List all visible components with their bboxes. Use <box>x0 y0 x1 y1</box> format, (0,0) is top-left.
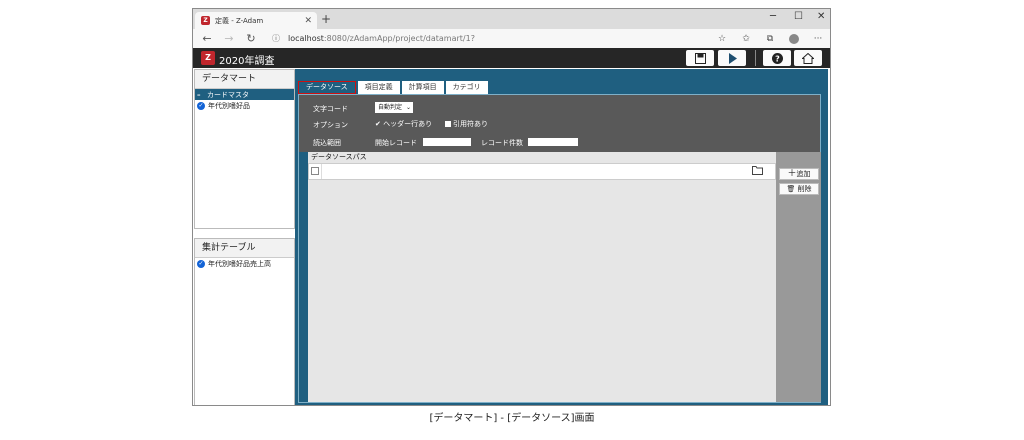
site-info-icon[interactable]: ⓘ <box>272 34 280 43</box>
url-path: :8080/zAdamApp/project/datamart/1? <box>323 34 475 43</box>
minus-icon: – <box>197 90 201 99</box>
app-header: Z 2020年調査 ? <box>193 48 830 68</box>
tab-category[interactable]: カテゴリ <box>445 81 488 94</box>
maximize-icon[interactable]: ☐ <box>794 11 803 22</box>
browser-window: Z 定義 - Z-Adam ✕ + ─ ☐ ✕ ← → ↻ ⓘ localhost… <box>192 8 831 406</box>
browser-tab[interactable]: Z 定義 - Z-Adam ✕ <box>195 12 317 29</box>
datamart-panel: データマート – カードマスタ ✓ 年代別嗜好品 <box>194 69 295 229</box>
more-menu-icon[interactable]: ··· <box>806 34 830 44</box>
app-logo-icon: Z <box>201 51 215 65</box>
favorites-icon[interactable]: ✩ <box>734 34 758 44</box>
app-favicon-icon: Z <box>201 16 210 25</box>
tab-field-definition[interactable]: 項目定義 <box>357 81 400 94</box>
datamart-item-label: カードマスタ <box>207 90 249 99</box>
start-record-input[interactable] <box>423 138 471 146</box>
home-button[interactable] <box>794 50 822 66</box>
window-close-icon[interactable]: ✕ <box>817 11 825 22</box>
header-row-checkbox[interactable]: ✔ ヘッダー行あり <box>375 119 432 129</box>
table-item-age-sales[interactable]: ✓ 年代別嗜好品売上高 <box>195 258 294 269</box>
home-icon <box>802 52 814 64</box>
datamart-item-label: 年代別嗜好品 <box>208 101 250 110</box>
add-label: 追加 <box>796 170 811 178</box>
check-icon: ✓ <box>197 101 205 110</box>
reload-icon[interactable]: ↻ <box>240 32 262 45</box>
svg-text:?: ? <box>775 54 780 63</box>
checked-icon: ✔ <box>375 120 381 128</box>
delete-label: 削除 <box>797 185 812 193</box>
quote-label: 引用符あり <box>453 120 488 128</box>
save-icon <box>694 52 706 64</box>
aggregate-table-header: 集計テーブル <box>195 239 294 258</box>
check-icon: ✓ <box>197 259 205 268</box>
charcode-select[interactable]: 自動判定 ⌄ <box>375 102 413 113</box>
unchecked-box <box>445 121 451 127</box>
folder-icon[interactable] <box>752 165 763 178</box>
datamart-header: データマート <box>195 70 294 89</box>
datasource-path-label: データソースパス <box>311 153 367 161</box>
tab-title: 定義 - Z-Adam <box>215 16 264 25</box>
table-item-label: 年代別嗜好品売上高 <box>208 259 271 268</box>
save-button[interactable] <box>686 50 714 66</box>
back-icon[interactable]: ← <box>196 32 218 45</box>
header-row-label: ヘッダー行あり <box>383 120 433 128</box>
range-label: 読込範囲 <box>313 139 341 147</box>
chevron-down-icon: ⌄ <box>405 104 411 111</box>
quote-checkbox[interactable]: 引用符あり <box>445 119 488 129</box>
trash-icon: 🗑 <box>786 185 796 193</box>
delete-button[interactable]: 🗑 削除 <box>779 183 819 195</box>
datasource-path-input[interactable] <box>321 164 750 179</box>
help-button[interactable]: ? <box>763 50 791 66</box>
url-host: localhost <box>288 34 324 43</box>
record-count-input[interactable] <box>528 138 578 146</box>
add-button[interactable]: ＋追加 <box>779 168 819 180</box>
help-icon: ? <box>771 52 783 64</box>
favorite-star-icon[interactable]: ☆ <box>710 34 734 44</box>
tab-strip: Z 定義 - Z-Adam ✕ + ─ ☐ ✕ <box>193 9 830 29</box>
plus-icon: ＋ <box>787 169 797 179</box>
charcode-value: 自動判定 <box>378 104 403 111</box>
datamart-item-age-preference[interactable]: ✓ 年代別嗜好品 <box>195 100 294 111</box>
profile-avatar[interactable] <box>789 33 799 44</box>
tab-close-icon[interactable]: ✕ <box>304 16 312 26</box>
main-area: データソース 項目定義 計算項目 カテゴリ 文字コード 自動判定 ⌄ オプション… <box>295 69 828 405</box>
record-count-label: レコード件数 <box>481 139 523 147</box>
datamart-item-card-master[interactable]: – カードマスタ <box>195 89 294 100</box>
play-icon <box>728 52 737 64</box>
url-field[interactable]: ⓘ localhost:8080/zAdamApp/project/datamar… <box>272 33 710 44</box>
settings-panel: 文字コード 自動判定 ⌄ オプション ✔ ヘッダー行あり 引用符あり 読込範囲 … <box>299 95 820 152</box>
header-divider <box>755 50 756 66</box>
tab-bar: データソース 項目定義 計算項目 カテゴリ <box>298 81 490 94</box>
project-title: 2020年調査 <box>219 56 275 67</box>
row-checkbox[interactable] <box>311 167 319 175</box>
option-label: オプション <box>313 121 348 129</box>
start-record-label: 開始レコード <box>375 139 417 147</box>
forward-icon[interactable]: → <box>218 32 240 45</box>
collections-icon[interactable]: ⧉ <box>758 34 782 44</box>
tab-datasource[interactable]: データソース <box>298 81 356 94</box>
datasource-path-area: データソースパス <box>308 152 776 402</box>
charcode-label: 文字コード <box>313 105 348 113</box>
tab-calculated-field[interactable]: 計算項目 <box>401 81 444 94</box>
aggregate-table-panel: 集計テーブル ✓ 年代別嗜好品売上高 <box>194 238 295 405</box>
minimize-icon[interactable]: ─ <box>770 11 776 22</box>
run-button[interactable] <box>718 50 746 66</box>
figure-caption: [データマート] - [データソース]画面 <box>429 413 595 424</box>
new-tab-icon[interactable]: + <box>321 12 331 26</box>
action-column: ＋追加 🗑 削除 <box>776 152 821 402</box>
address-bar: ← → ↻ ⓘ localhost:8080/zAdamApp/project/d… <box>193 29 830 49</box>
tab-content: 文字コード 自動判定 ⌄ オプション ✔ ヘッダー行あり 引用符あり 読込範囲 … <box>298 94 821 403</box>
datasource-row <box>308 163 776 180</box>
